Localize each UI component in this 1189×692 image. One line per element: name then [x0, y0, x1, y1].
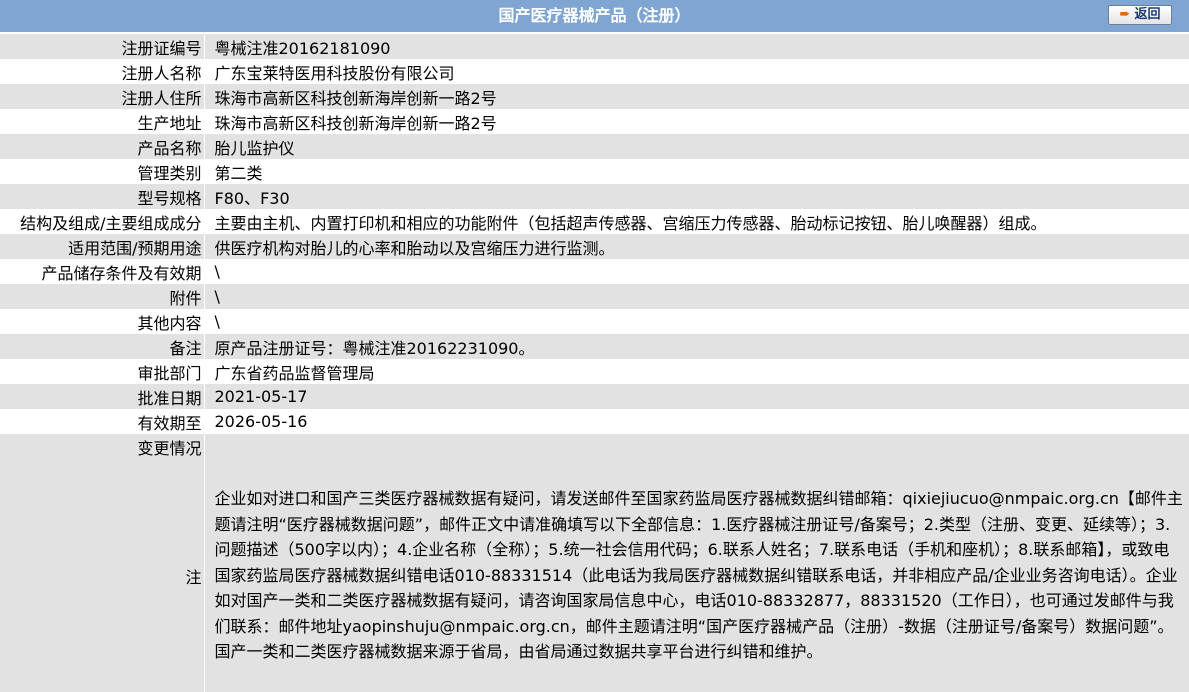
table-row: 批准日期 2021-05-17: [0, 384, 1189, 409]
field-label: 生产地址: [0, 109, 205, 134]
field-value: [204, 434, 1189, 459]
field-label: 注册人住所: [0, 84, 205, 109]
field-value: 2026-05-16: [214, 412, 308, 431]
field-label: 适用范围/预期用途: [0, 234, 205, 259]
field-label: 结构及组成/主要组成成分: [0, 209, 205, 234]
field-value: \: [214, 287, 220, 306]
field-value: F80、F30: [214, 188, 290, 208]
field-label: 附件: [0, 284, 205, 309]
field-label: 审批部门: [0, 359, 205, 384]
field-value: \: [214, 312, 220, 331]
field-label: 变更情况: [0, 434, 205, 459]
field-label: 注册证编号: [0, 34, 205, 59]
field-label: 管理类别: [0, 159, 205, 184]
field-value: 供医疗机构对胎儿的心率和胎动以及宫缩压力进行监测。: [214, 238, 615, 258]
field-value: 第二类: [214, 163, 263, 183]
field-label: 备注: [0, 334, 205, 359]
back-button-label: 返回: [1134, 7, 1161, 22]
table-row: 备注 原产品注册证号：粤械注准20162231090。: [0, 334, 1189, 359]
note-label: 注: [0, 459, 205, 692]
note-row: 注 企业如对进口和国产三类医疗器械数据有疑问，请发送邮件至国家药监局医疗器械数据…: [0, 459, 1189, 692]
table-row: 变更情况: [0, 434, 1189, 459]
field-label: 批准日期: [0, 384, 205, 409]
page-title: 国产医疗器械产品（注册）: [498, 6, 691, 25]
table-row: 型号规格 F80、F30: [0, 184, 1189, 209]
field-value: 粤械注准20162181090: [214, 38, 391, 58]
field-value: \: [214, 262, 220, 281]
table-row: 注册人名称 广东宝莱特医用科技股份有限公司: [0, 59, 1189, 84]
table-row: 注册证编号 粤械注准20162181090: [0, 34, 1189, 59]
table-row: 生产地址 珠海市高新区科技创新海岸创新一路2号: [0, 109, 1189, 134]
field-value: 广东宝莱特医用科技股份有限公司: [214, 63, 455, 83]
field-label: 有效期至: [0, 409, 205, 434]
field-value: 原产品注册证号：粤械注准20162231090。: [214, 338, 535, 358]
field-value: 珠海市高新区科技创新海岸创新一路2号: [214, 113, 497, 133]
table-row: 适用范围/预期用途 供医疗机构对胎儿的心率和胎动以及宫缩压力进行监测。: [0, 234, 1189, 259]
table-row: 其他内容 \: [0, 309, 1189, 334]
table-row: 附件 \: [0, 284, 1189, 309]
back-button[interactable]: ➨ 返回: [1108, 5, 1172, 25]
field-value: 广东省药品监督管理局: [214, 363, 375, 383]
table-row: 审批部门 广东省药品监督管理局: [0, 359, 1189, 384]
back-arrow-icon: ➨: [1119, 7, 1131, 22]
field-label: 产品储存条件及有效期: [0, 259, 205, 284]
table-row: 有效期至 2026-05-16: [0, 409, 1189, 434]
table-row: 产品储存条件及有效期 \: [0, 259, 1189, 284]
field-label: 型号规格: [0, 184, 205, 209]
table-row: 注册人住所 珠海市高新区科技创新海岸创新一路2号: [0, 84, 1189, 109]
table-row: 管理类别 第二类: [0, 159, 1189, 184]
field-value: 2021-05-17: [214, 387, 308, 406]
field-value: 胎儿监护仪: [214, 138, 295, 158]
table-row: 产品名称 胎儿监护仪: [0, 134, 1189, 159]
field-label: 注册人名称: [0, 59, 205, 84]
note-text: 企业如对进口和国产三类医疗器械数据有疑问，请发送邮件至国家药监局医疗器械数据纠错…: [214, 489, 1183, 662]
field-label: 其他内容: [0, 309, 205, 334]
detail-table: 注册证编号 粤械注准20162181090 注册人名称 广东宝莱特医用科技股份有…: [0, 34, 1189, 692]
field-label: 产品名称: [0, 134, 205, 159]
table-row: 结构及组成/主要组成成分 主要由主机、内置打印机和相应的功能附件（包括超声传感器…: [0, 209, 1189, 234]
field-value: 珠海市高新区科技创新海岸创新一路2号: [214, 88, 497, 108]
page-header: 国产医疗器械产品（注册） ➨ 返回: [0, 0, 1189, 34]
field-value: 主要由主机、内置打印机和相应的功能附件（包括超声传感器、宫缩压力传感器、胎动标记…: [214, 213, 1047, 233]
